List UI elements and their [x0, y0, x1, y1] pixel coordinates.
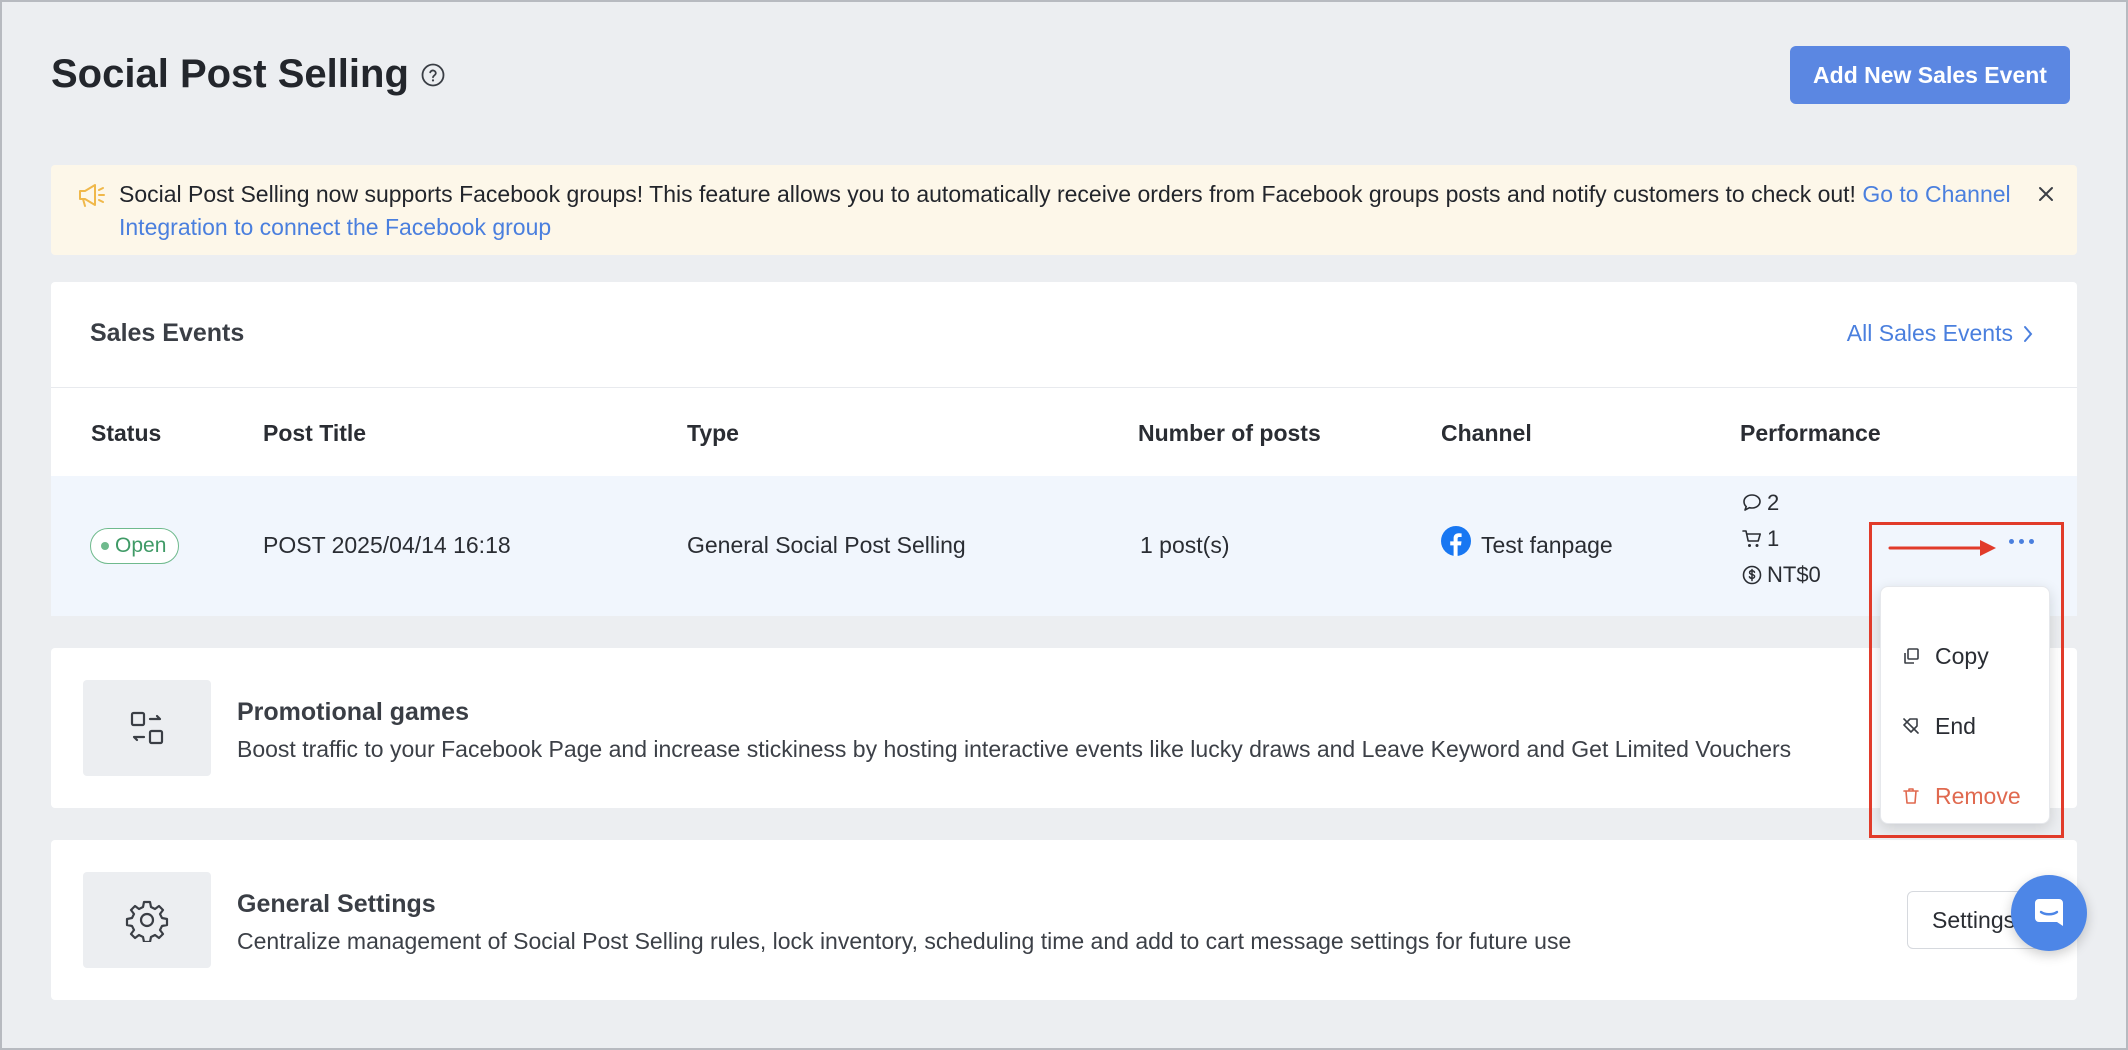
channel-cell: Test fanpage [1481, 532, 1613, 558]
megaphone-icon [77, 181, 107, 209]
add-new-sales-event-button[interactable]: Add New Sales Event [1790, 46, 2070, 104]
column-header-channel: Channel [1441, 420, 1532, 446]
close-icon[interactable] [2036, 184, 2056, 204]
column-header-status: Status [91, 420, 162, 446]
column-header-type: Type [687, 420, 739, 446]
performance-orders: 1 [1741, 526, 1779, 552]
chat-button[interactable] [2011, 875, 2087, 951]
chevron-right-icon [2024, 325, 2033, 342]
number-of-posts-cell: 1 post(s) [1140, 532, 1230, 558]
column-header-performance: Performance [1740, 420, 1881, 446]
gear-icon [125, 900, 169, 942]
help-icon[interactable] [421, 63, 445, 87]
status-dot [101, 542, 109, 550]
all-sales-events-link[interactable]: All Sales Events [1847, 320, 2033, 347]
column-header-post-title: Post Title [263, 420, 367, 446]
promotional-games-card[interactable]: Promotional games Boost traffic to your … [51, 648, 2077, 808]
comments-count: 2 [1767, 490, 1780, 515]
highlight-box [1869, 522, 2064, 838]
cart-icon [1742, 530, 1761, 547]
promotional-games-title: Promotional games [237, 698, 469, 726]
notice-text: Social Post Selling now supports Faceboo… [119, 178, 2039, 244]
column-header-number-of-posts: Number of posts [1138, 420, 1321, 446]
general-settings-card: General Settings Centralize management o… [51, 840, 2077, 1000]
status-badge: Open [90, 528, 180, 564]
page-title-text: Social Post Selling [51, 52, 409, 96]
table-row[interactable]: Open POST 2025/04/14 16:18 General Socia… [51, 476, 2077, 616]
sales-events-title: Sales Events [90, 319, 245, 347]
performance-comments: 2 [1741, 490, 1779, 516]
type-cell: General Social Post Selling [687, 532, 966, 558]
revenue-value: NT$0 [1767, 562, 1821, 587]
post-title-cell[interactable]: POST 2025/04/14 16:18 [263, 532, 511, 559]
comment-icon [1743, 494, 1761, 511]
general-settings-title: General Settings [237, 890, 436, 918]
page-title: Social Post Selling [51, 52, 445, 97]
general-settings-icon-box [83, 872, 211, 968]
feature-notice-banner: Social Post Selling now supports Faceboo… [51, 165, 2077, 255]
facebook-icon [1441, 526, 1471, 556]
general-settings-description: Centralize management of Social Post Sel… [237, 928, 1572, 954]
promotional-games-description: Boost traffic to your Facebook Page and … [237, 736, 1792, 762]
dollar-icon [1742, 565, 1762, 585]
divider [51, 387, 2077, 388]
sales-events-card: Sales Events All Sales Events Status Pos… [51, 282, 2077, 616]
swap-icon [130, 711, 164, 745]
orders-count: 1 [1767, 526, 1780, 551]
all-sales-events-label: All Sales Events [1846, 320, 2013, 346]
performance-revenue: NT$0 [1741, 562, 1821, 588]
promotional-games-icon-box [83, 680, 211, 776]
notice-message: Social Post Selling now supports Faceboo… [119, 181, 1863, 207]
chat-icon [2035, 899, 2063, 926]
status-label: Open [115, 534, 167, 557]
arrow-right-icon [1888, 540, 1996, 556]
